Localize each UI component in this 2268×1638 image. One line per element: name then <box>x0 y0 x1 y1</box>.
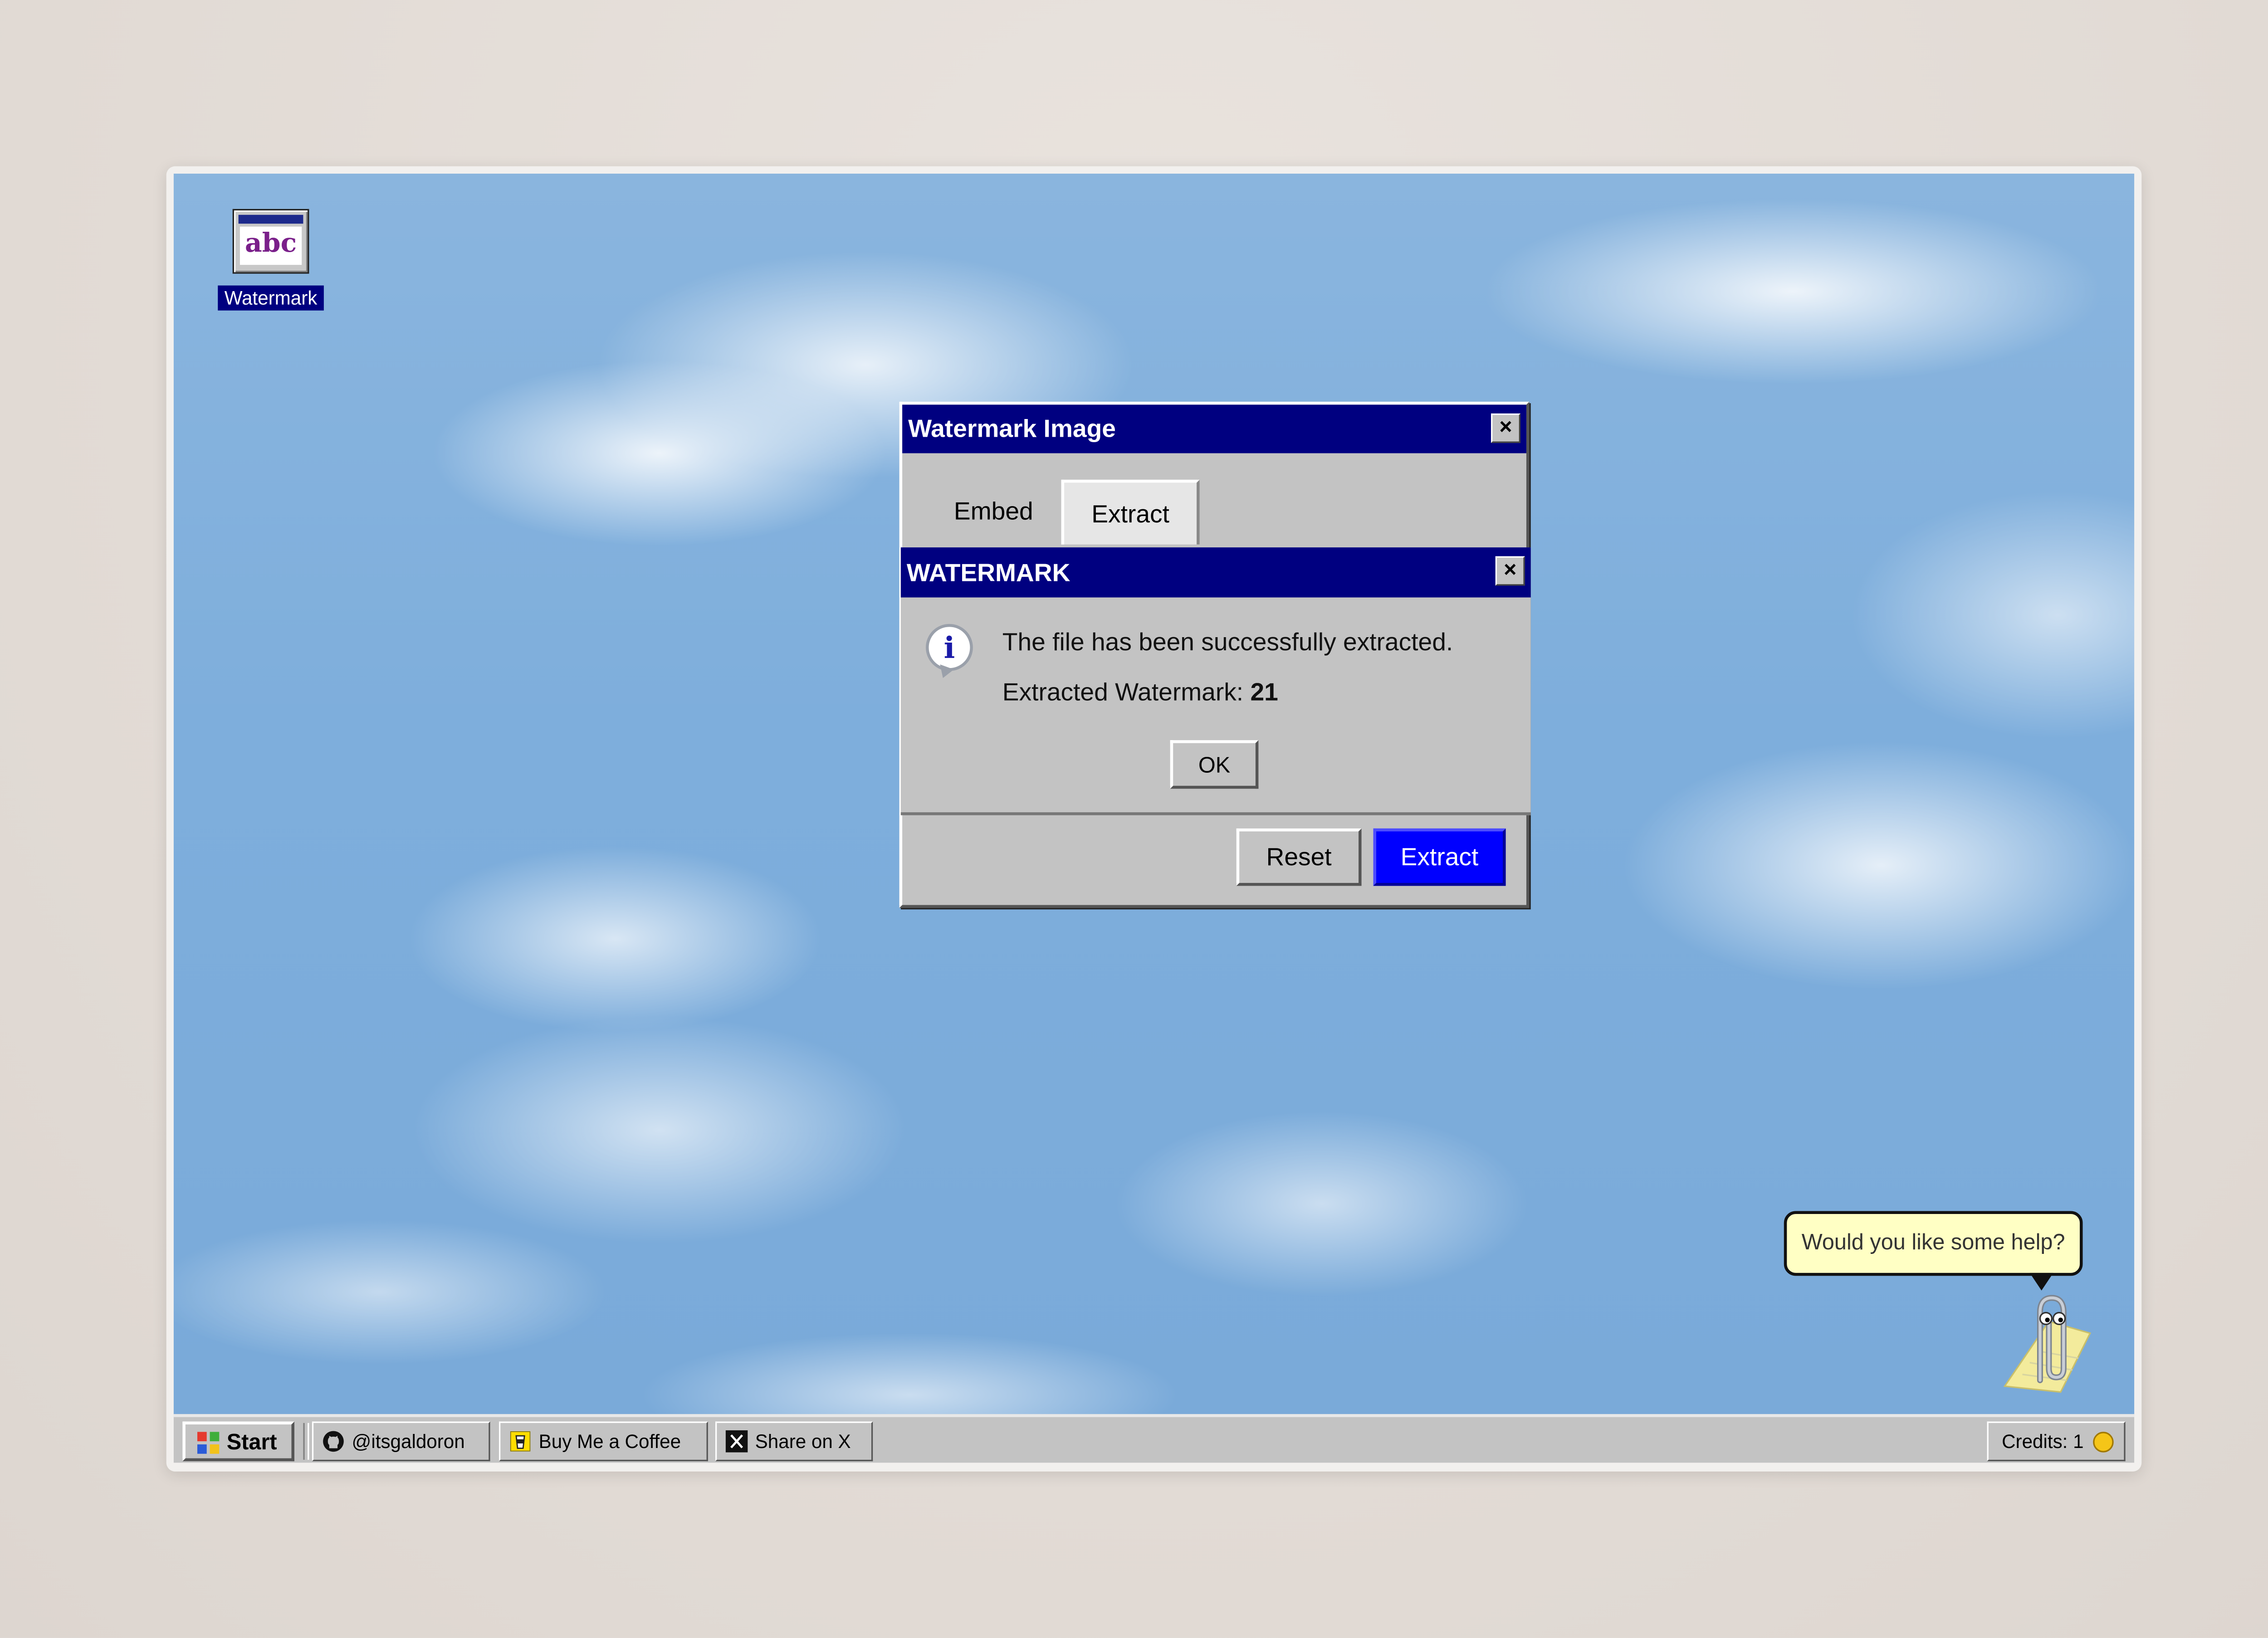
desktop-icon-watermark[interactable]: abc Watermark <box>214 209 328 312</box>
watermark-message-dialog: WATERMARK × i The file has been successf… <box>900 547 1531 815</box>
windows-logo-icon <box>197 1432 220 1454</box>
watermark-image-window: Watermark Image × Embed Extract WATERMAR… <box>899 401 1531 908</box>
extract-button[interactable]: Extract <box>1373 828 1506 886</box>
ok-button[interactable]: OK <box>1170 740 1259 789</box>
start-button[interactable]: Start <box>182 1421 294 1462</box>
github-link-label: @itsgaldoron <box>352 1430 465 1453</box>
credits-label: Credits: 1 <box>2002 1430 2084 1453</box>
page-background: abc Watermark Watermark Image × Embed Ex… <box>0 0 2268 1638</box>
start-label: Start <box>226 1430 277 1456</box>
coin-icon <box>2093 1432 2114 1453</box>
share-on-x-label: Share on X <box>755 1430 851 1453</box>
desktop[interactable]: abc Watermark Watermark Image × Embed Ex… <box>173 173 2135 1414</box>
extracted-watermark-label: Extracted Watermark: <box>1002 678 1244 707</box>
success-message: The file has been successfully extracted… <box>1002 628 1453 657</box>
window-title: Watermark Image <box>908 415 1116 443</box>
paperclip-assistant-icon[interactable] <box>1990 1289 2108 1395</box>
dialog-close-button[interactable]: × <box>1495 556 1525 586</box>
x-icon <box>725 1430 748 1453</box>
coffee-icon <box>510 1431 531 1452</box>
help-bubble[interactable]: Would you like some help? <box>1784 1211 2083 1291</box>
window-titlebar[interactable]: Watermark Image × <box>902 405 1526 453</box>
github-icon <box>323 1431 344 1452</box>
github-link-button[interactable]: @itsgaldoron <box>312 1421 490 1462</box>
buy-me-a-coffee-button[interactable]: Buy Me a Coffee <box>499 1421 708 1462</box>
extracted-watermark-line: Extracted Watermark: 21 <box>1002 678 1278 708</box>
info-icon: i <box>926 624 973 671</box>
credits-indicator[interactable]: Credits: 1 <box>1987 1421 2126 1462</box>
extracted-watermark-value: 21 <box>1250 678 1278 707</box>
taskbar: Start @itsgaldoron Buy Me a Coffee Share… <box>173 1414 2135 1463</box>
dialog-titlebar[interactable]: WATERMARK × <box>900 547 1531 598</box>
share-on-x-button[interactable]: Share on X <box>715 1421 873 1462</box>
taskbar-divider <box>303 1423 309 1460</box>
dialog-title: WATERMARK <box>906 559 1070 587</box>
buy-me-a-coffee-label: Buy Me a Coffee <box>538 1430 681 1453</box>
reset-button[interactable]: Reset <box>1236 828 1362 886</box>
screen-frame: abc Watermark Watermark Image × Embed Ex… <box>166 166 2142 1472</box>
watermark-app-icon: abc <box>232 209 309 274</box>
tab-extract[interactable]: Extract <box>1061 479 1200 545</box>
window-close-button[interactable]: × <box>1491 413 1520 443</box>
tab-embed[interactable]: Embed <box>926 480 1061 545</box>
desktop-icon-label: Watermark <box>218 285 323 311</box>
